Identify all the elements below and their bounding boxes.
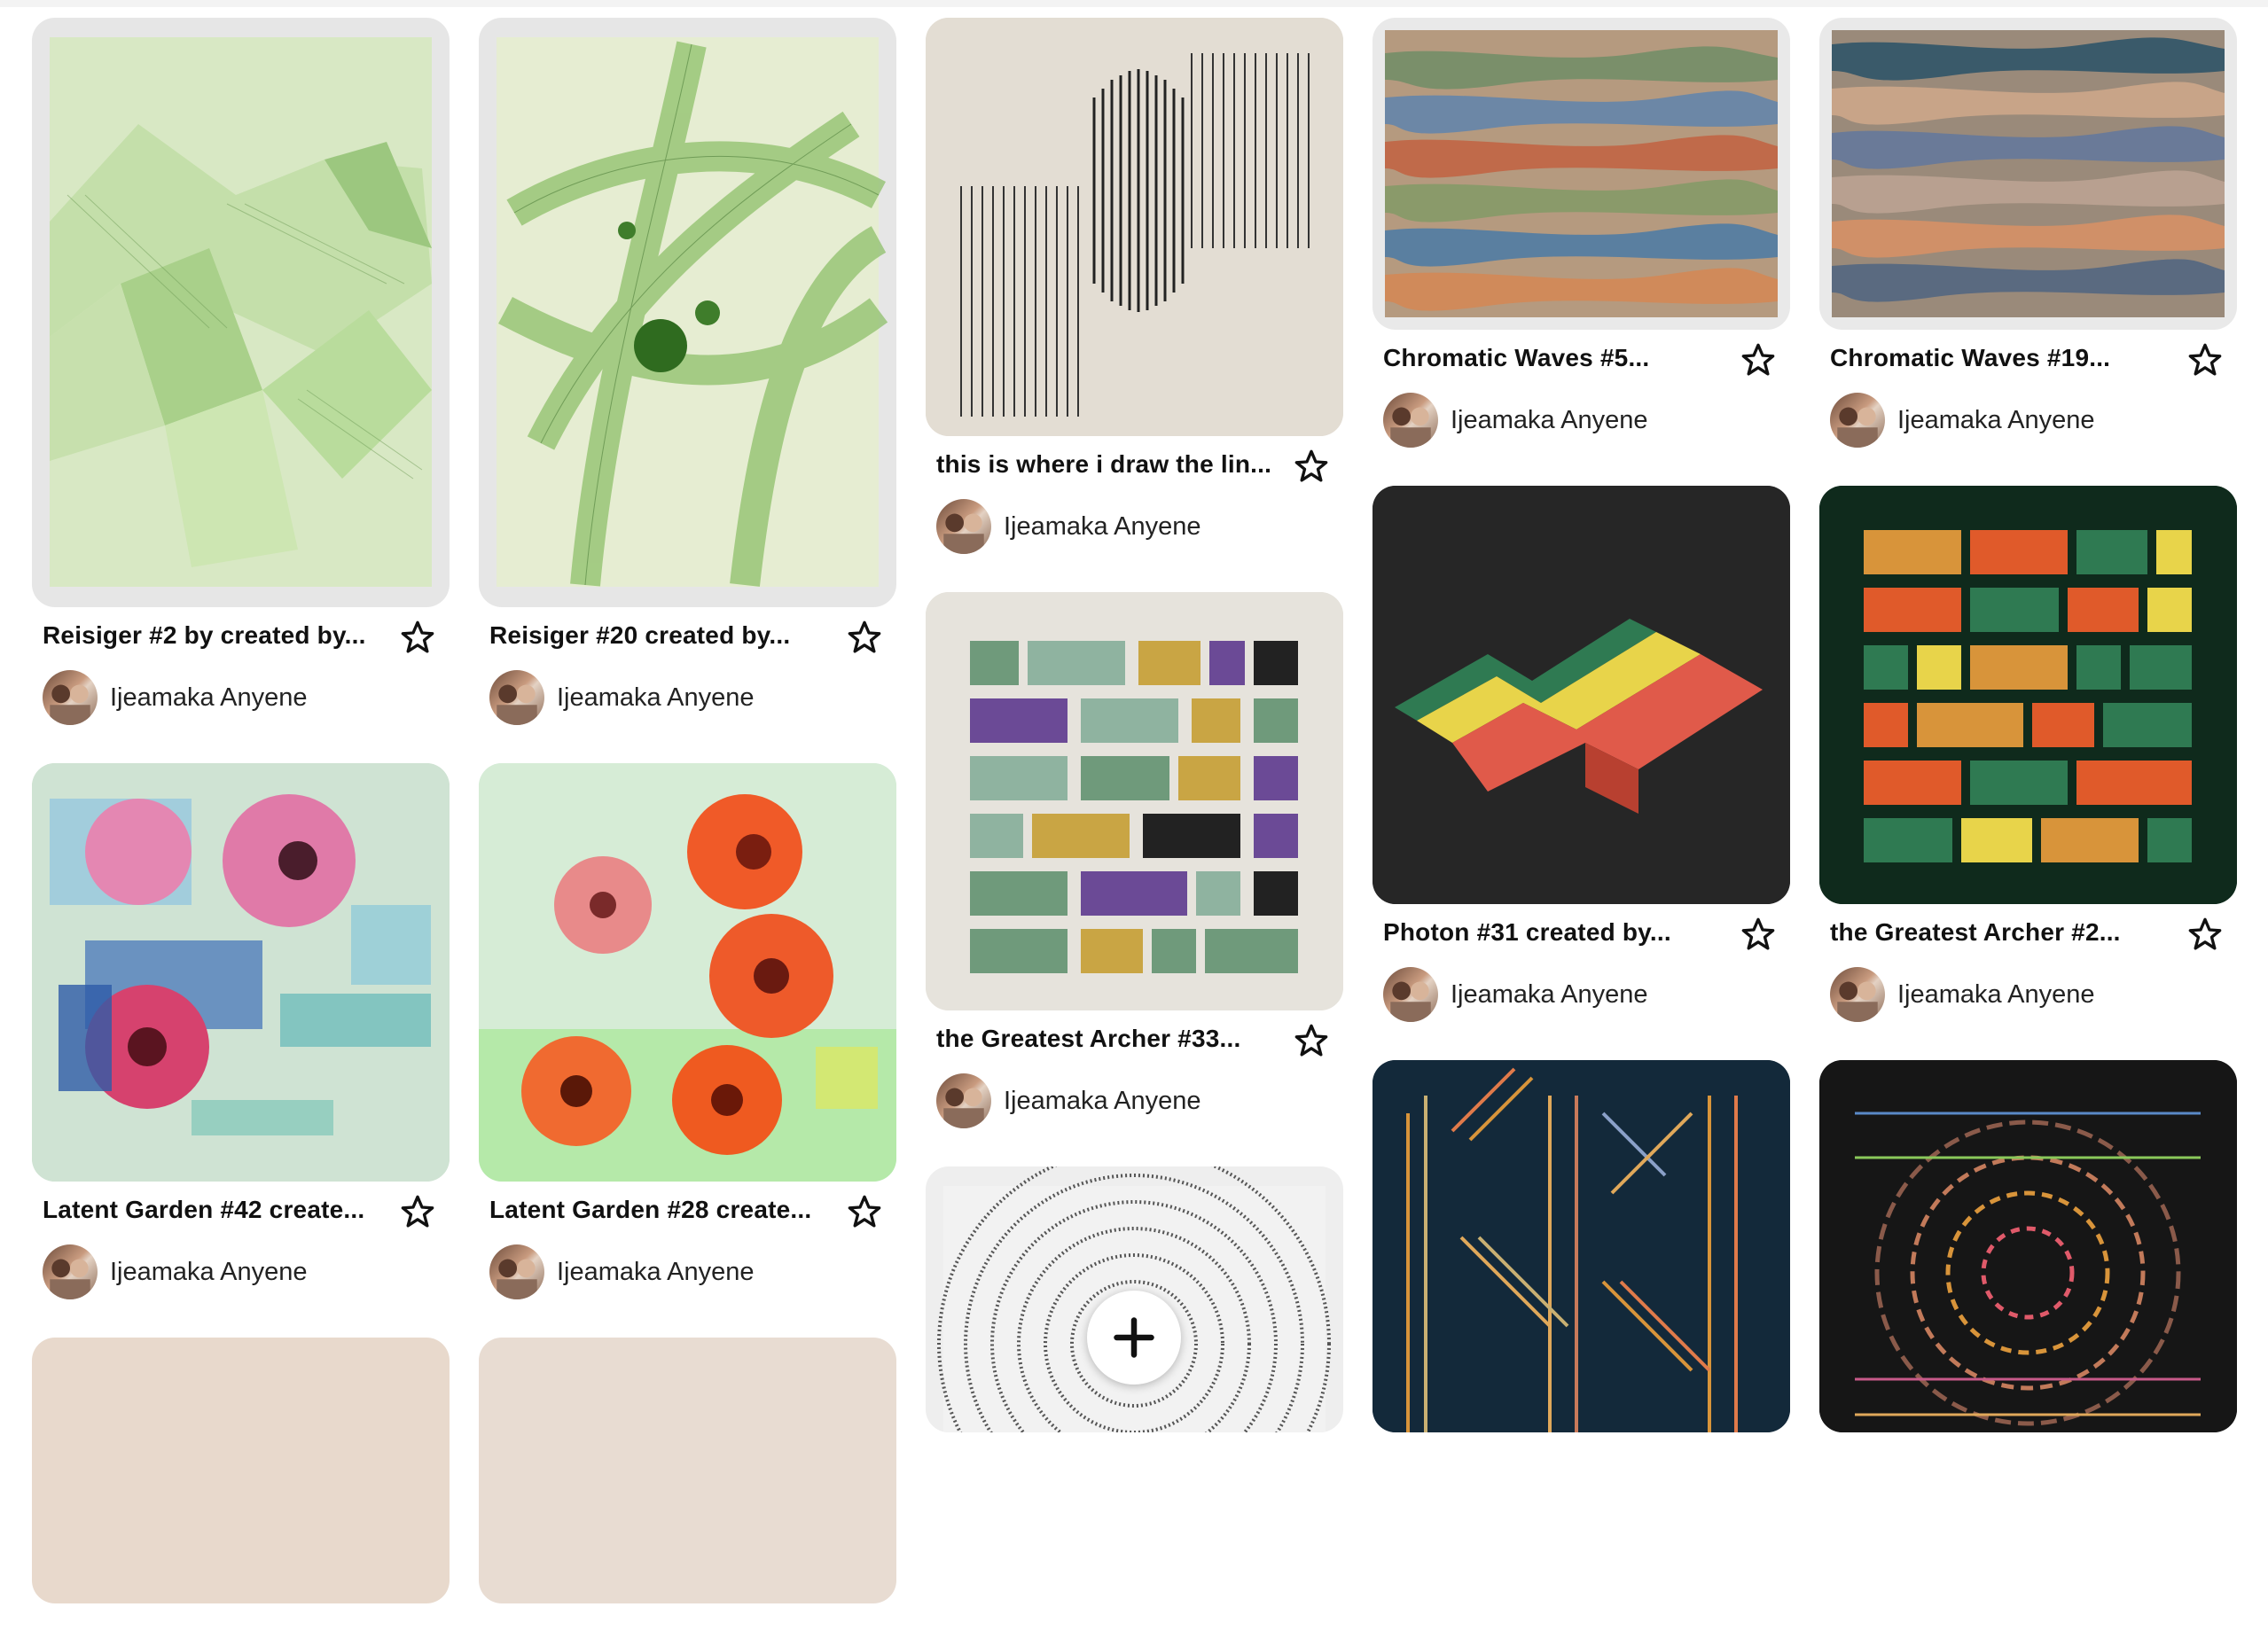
star-outline-icon[interactable]	[2187, 342, 2223, 378]
masonry-column-3: this is where i draw the lin... Ijeamaka…	[926, 18, 1343, 1475]
avatar[interactable]	[43, 1244, 98, 1299]
avatar[interactable]	[1830, 393, 1885, 448]
pin-title[interactable]: Chromatic Waves #19...	[1830, 344, 2167, 372]
pin-title[interactable]: Photon #31 created by...	[1383, 918, 1720, 947]
avatar[interactable]	[489, 1244, 544, 1299]
pin-card[interactable]: Reisiger #20 created by... Ijeamaka Anye…	[479, 18, 896, 725]
author-name: Ijeamaka Anyene	[557, 1257, 755, 1286]
pin-image[interactable]	[1819, 486, 2237, 904]
pin-card[interactable]: Latent Garden #42 create... Ijeamaka Any…	[32, 763, 450, 1299]
pin-image[interactable]	[1819, 1060, 2237, 1432]
avatar[interactable]	[43, 670, 98, 725]
star-outline-icon[interactable]	[1294, 1023, 1329, 1058]
pin-title[interactable]: Latent Garden #42 create...	[43, 1196, 379, 1224]
pin-image[interactable]	[1373, 1060, 1790, 1432]
pin-image[interactable]	[1373, 18, 1790, 330]
pin-author[interactable]: Ijeamaka Anyene	[489, 1244, 755, 1299]
pin-image[interactable]	[926, 592, 1343, 1010]
pin-title[interactable]: Latent Garden #28 create...	[489, 1196, 826, 1224]
pin-author[interactable]: Ijeamaka Anyene	[43, 1244, 308, 1299]
pin-card[interactable]: Chromatic Waves #19... Ijeamaka Anyene	[1819, 18, 2237, 448]
star-outline-icon[interactable]	[1294, 449, 1329, 484]
avatar[interactable]	[1383, 393, 1438, 448]
pin-image[interactable]	[479, 18, 896, 607]
author-name: Ijeamaka Anyene	[1004, 511, 1201, 541]
pin-card[interactable]	[926, 1166, 1343, 1432]
pin-title[interactable]: Chromatic Waves #5...	[1383, 344, 1720, 372]
star-outline-icon[interactable]	[400, 1194, 435, 1229]
avatar[interactable]	[936, 499, 991, 554]
star-outline-icon[interactable]	[400, 620, 435, 655]
pin-title[interactable]: Reisiger #2 by created by...	[43, 621, 379, 650]
pin-card[interactable]: Chromatic Waves #5... Ijeamaka Anyene	[1373, 18, 1790, 448]
pin-card[interactable]: Reisiger #2 by created by... Ijeamaka An…	[32, 18, 450, 725]
masonry-column-4: Chromatic Waves #5... Ijeamaka Anyene Ph…	[1373, 18, 1790, 1475]
pin-image[interactable]	[32, 18, 450, 607]
add-button[interactable]	[1087, 1291, 1181, 1385]
pin-author[interactable]: Ijeamaka Anyene	[1830, 967, 2095, 1022]
pin-card[interactable]	[479, 1338, 896, 1603]
pin-card[interactable]: the Greatest Archer #33... Ijeamaka Anye…	[926, 592, 1343, 1128]
pin-card[interactable]	[32, 1338, 450, 1603]
pin-author[interactable]: Ijeamaka Anyene	[1383, 967, 1648, 1022]
pin-card[interactable]: Latent Garden #28 create... Ijeamaka Any…	[479, 763, 896, 1299]
pin-author[interactable]: Ijeamaka Anyene	[43, 670, 308, 725]
pin-image[interactable]	[926, 18, 1343, 436]
pin-image[interactable]	[479, 1338, 896, 1603]
pin-author[interactable]: Ijeamaka Anyene	[1830, 393, 2095, 448]
plus-icon	[1114, 1317, 1154, 1358]
avatar[interactable]	[1830, 967, 1885, 1022]
masonry-column-1: Reisiger #2 by created by... Ijeamaka An…	[32, 18, 450, 1646]
pin-author[interactable]: Ijeamaka Anyene	[489, 670, 755, 725]
masonry-column-5: Chromatic Waves #19... Ijeamaka Anyene t…	[1819, 18, 2237, 1475]
star-outline-icon[interactable]	[1740, 917, 1776, 952]
star-outline-icon[interactable]	[2187, 917, 2223, 952]
author-name: Ijeamaka Anyene	[110, 1257, 308, 1286]
star-outline-icon[interactable]	[847, 1194, 882, 1229]
pin-author[interactable]: Ijeamaka Anyene	[1383, 393, 1648, 448]
avatar[interactable]	[1383, 967, 1438, 1022]
pin-title[interactable]: the Greatest Archer #33...	[936, 1025, 1273, 1053]
pin-author[interactable]: Ijeamaka Anyene	[936, 1073, 1201, 1128]
pin-title[interactable]: this is where i draw the lin...	[936, 450, 1273, 479]
author-name: Ijeamaka Anyene	[1451, 405, 1648, 434]
masonry-column-2: Reisiger #20 created by... Ijeamaka Anye…	[479, 18, 896, 1646]
pin-image[interactable]	[1819, 18, 2237, 330]
avatar[interactable]	[489, 670, 544, 725]
star-outline-icon[interactable]	[847, 620, 882, 655]
pin-card[interactable]: Photon #31 created by... Ijeamaka Anyene	[1373, 486, 1790, 1022]
pin-card[interactable]	[1373, 1060, 1790, 1432]
author-name: Ijeamaka Anyene	[557, 683, 755, 712]
star-outline-icon[interactable]	[1740, 342, 1776, 378]
pin-title[interactable]: Reisiger #20 created by...	[489, 621, 826, 650]
author-name: Ijeamaka Anyene	[110, 683, 308, 712]
pin-image[interactable]	[1373, 486, 1790, 904]
author-name: Ijeamaka Anyene	[1004, 1086, 1201, 1115]
author-name: Ijeamaka Anyene	[1897, 979, 2095, 1009]
top-divider	[0, 0, 2268, 7]
pin-author[interactable]: Ijeamaka Anyene	[936, 499, 1201, 554]
author-name: Ijeamaka Anyene	[1451, 979, 1648, 1009]
pin-image[interactable]	[32, 1338, 450, 1603]
pin-image[interactable]	[32, 763, 450, 1182]
pin-card[interactable]: this is where i draw the lin... Ijeamaka…	[926, 18, 1343, 554]
pin-image[interactable]	[479, 763, 896, 1182]
pin-title[interactable]: the Greatest Archer #2...	[1830, 918, 2167, 947]
pin-card[interactable]	[1819, 1060, 2237, 1432]
pin-card[interactable]: the Greatest Archer #2... Ijeamaka Anyen…	[1819, 486, 2237, 1022]
avatar[interactable]	[936, 1073, 991, 1128]
author-name: Ijeamaka Anyene	[1897, 405, 2095, 434]
